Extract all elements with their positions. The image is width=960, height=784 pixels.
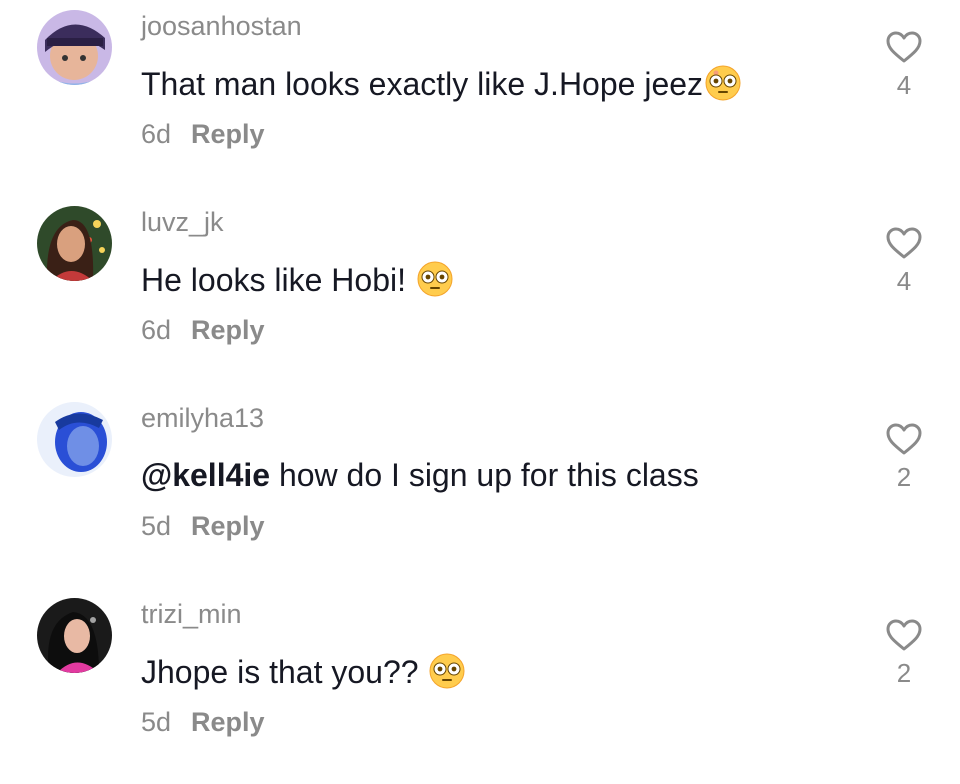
- heart-icon[interactable]: [885, 30, 923, 64]
- flushed-face-emoji-icon: [429, 653, 465, 689]
- reply-button[interactable]: Reply: [191, 511, 265, 541]
- comment-username[interactable]: joosanhostan: [141, 11, 302, 42]
- comment-username[interactable]: trizi_min: [141, 599, 242, 630]
- like-count: 4: [896, 70, 912, 100]
- comment-item: emilyha13 @kell4ie how do I sign up for …: [0, 392, 960, 588]
- comment-item: luvz_jk He looks like Hobi! 6d Reply 4: [0, 196, 960, 392]
- avatar[interactable]: [37, 10, 112, 85]
- comment-text: He looks like Hobi!: [141, 261, 453, 299]
- like-count: 2: [896, 462, 912, 492]
- comment-timestamp: 5d: [141, 511, 172, 541]
- heart-icon[interactable]: [885, 422, 923, 456]
- comment-text: @kell4ie how do I sign up for this class: [141, 457, 699, 493]
- heart-icon[interactable]: [885, 226, 923, 260]
- avatar[interactable]: [37, 402, 112, 477]
- avatar[interactable]: [37, 206, 112, 281]
- comment-timestamp: 6d: [141, 315, 172, 345]
- comment-meta: 5d Reply: [141, 511, 265, 542]
- comment-text: That man looks exactly like J.Hope jeez: [141, 65, 741, 103]
- flushed-face-emoji-icon: [417, 261, 453, 297]
- comment-username[interactable]: luvz_jk: [141, 207, 224, 238]
- like-count: 2: [896, 658, 912, 688]
- reply-button[interactable]: Reply: [191, 707, 265, 737]
- reply-button[interactable]: Reply: [191, 315, 265, 345]
- comment-item: joosanhostan That man looks exactly like…: [0, 0, 960, 196]
- comment-meta: 6d Reply: [141, 315, 265, 346]
- like-count: 4: [896, 266, 912, 296]
- mention-link[interactable]: @kell4ie: [141, 457, 270, 493]
- heart-icon[interactable]: [885, 618, 923, 652]
- avatar[interactable]: [37, 598, 112, 673]
- comment-timestamp: 6d: [141, 119, 172, 149]
- comment-text: Jhope is that you??: [141, 653, 465, 691]
- comment-timestamp: 5d: [141, 707, 172, 737]
- comment-meta: 6d Reply: [141, 119, 265, 150]
- comment-username[interactable]: emilyha13: [141, 403, 264, 434]
- comment-meta: 5d Reply: [141, 707, 265, 738]
- reply-button[interactable]: Reply: [191, 119, 265, 149]
- flushed-face-emoji-icon: [705, 65, 741, 101]
